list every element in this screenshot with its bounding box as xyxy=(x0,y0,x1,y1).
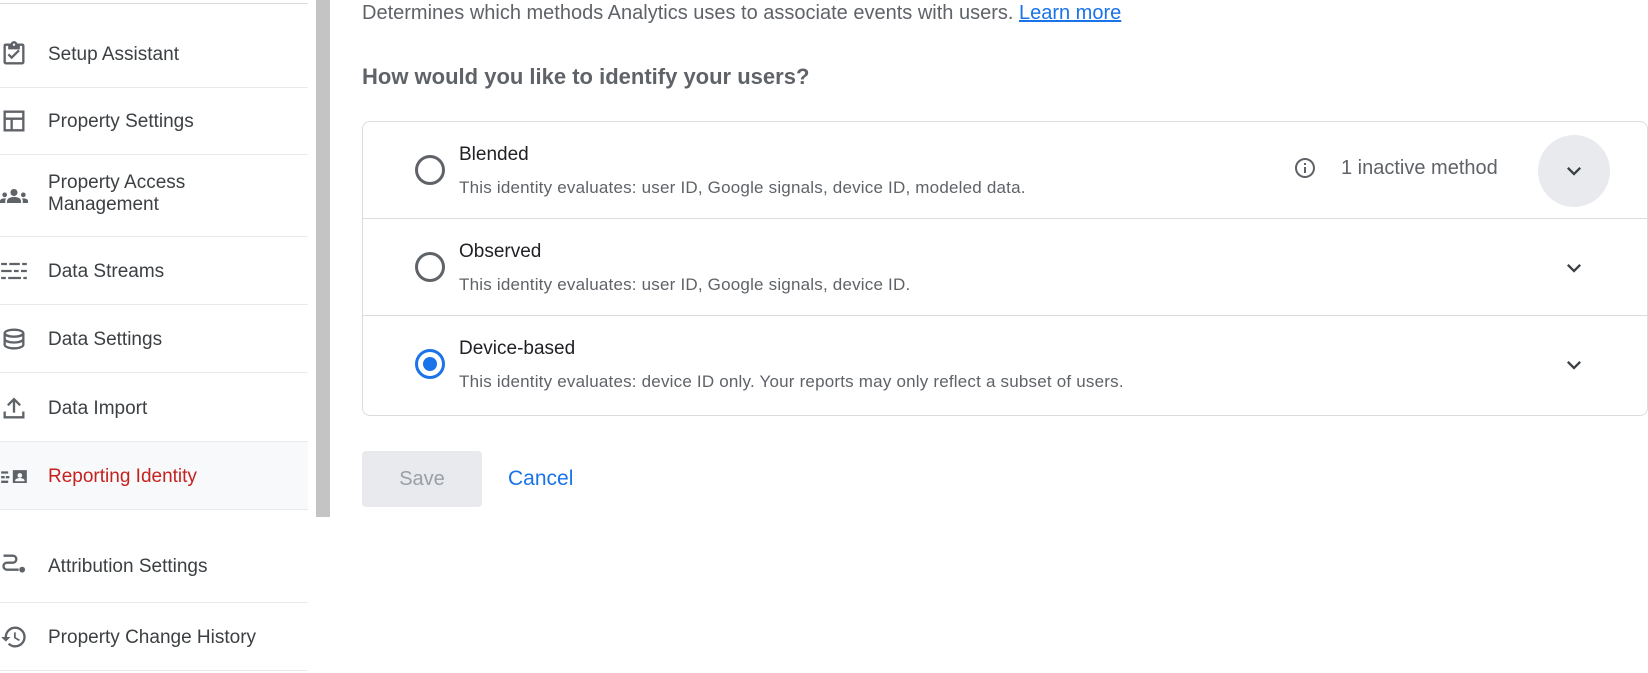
option-subtitle: This identity evaluates: device ID only.… xyxy=(459,372,1124,391)
sidebar-item-label: Property Change History xyxy=(48,627,257,648)
sidebar-item-property-change-history[interactable]: Property Change History xyxy=(0,603,308,671)
sidebar-item-label: Reporting Identity xyxy=(48,466,197,487)
page-description: Determines which methods Analytics uses … xyxy=(362,2,1121,25)
option-subtitle: This identity evaluates: user ID, Google… xyxy=(459,178,1026,197)
option-title: Observed xyxy=(459,241,542,262)
sidebar-item-attribution-settings[interactable]: Attribution Settings xyxy=(0,510,308,603)
chevron-down-icon xyxy=(1567,167,1581,176)
sidebar-item-label: Data Settings xyxy=(48,329,163,350)
sidebar-item-data-settings[interactable]: Data Settings xyxy=(0,305,308,373)
save-button[interactable]: Save xyxy=(362,451,482,507)
divider xyxy=(0,3,308,4)
sidebar-item-data-import[interactable]: Data Import xyxy=(0,373,308,442)
history-icon xyxy=(0,622,30,652)
identity-icon xyxy=(0,461,30,491)
upload-icon xyxy=(0,393,30,423)
cancel-button[interactable]: Cancel xyxy=(500,451,581,507)
option-row-observed[interactable]: Observed This identity evaluates: user I… xyxy=(363,219,1648,316)
checklist-icon xyxy=(0,39,30,69)
section-heading: How would you like to identify your user… xyxy=(362,64,810,89)
expand-device-based-button[interactable] xyxy=(1538,329,1610,401)
radio-device-based[interactable] xyxy=(415,349,445,379)
radio-observed[interactable] xyxy=(415,252,445,282)
sidebar: Setup Assistant Property Settings Proper… xyxy=(0,0,308,673)
main-content: Determines which methods Analytics uses … xyxy=(330,0,1648,673)
sidebar-item-property-access-management[interactable]: Property Access Management xyxy=(0,155,308,237)
sidebar-item-label: Property Settings xyxy=(48,111,194,132)
option-subtitle: This identity evaluates: user ID, Google… xyxy=(459,275,911,294)
option-title: Device-based xyxy=(459,338,576,359)
sidebar-scrollbar[interactable] xyxy=(316,0,330,517)
learn-more-link[interactable]: Learn more xyxy=(1019,2,1121,24)
option-row-device-based[interactable]: Device-based This identity evaluates: de… xyxy=(363,316,1648,413)
option-title: Blended xyxy=(459,144,529,165)
sidebar-item-setup-assistant[interactable]: Setup Assistant xyxy=(0,20,308,88)
route-icon xyxy=(0,550,30,580)
identity-options-card: Blended This identity evaluates: user ID… xyxy=(362,121,1648,416)
expand-blended-button[interactable] xyxy=(1538,135,1610,207)
sidebar-item-label: Data Streams xyxy=(48,261,165,282)
database-icon xyxy=(0,324,30,354)
sidebar-item-label: Data Import xyxy=(48,398,148,419)
sidebar-item-label-line2: Management xyxy=(48,194,159,215)
description-text: Determines which methods Analytics uses … xyxy=(362,2,1014,24)
radio-blended[interactable] xyxy=(415,155,445,185)
sidebar-item-property-settings[interactable]: Property Settings xyxy=(0,88,308,155)
sidebar-item-label: Setup Assistant xyxy=(48,44,179,65)
people-icon xyxy=(0,181,30,211)
inactive-method-note: 1 inactive method xyxy=(1293,156,1498,180)
sidebar-item-label: Attribution Settings xyxy=(48,556,208,577)
option-row-blended[interactable]: Blended This identity evaluates: user ID… xyxy=(363,122,1648,219)
sidebar-item-reporting-identity[interactable]: Reporting Identity xyxy=(0,442,308,510)
expand-observed-button[interactable] xyxy=(1538,232,1610,304)
sidebar-item-label: Property Access xyxy=(48,172,186,193)
sidebar-item-data-streams[interactable]: Data Streams xyxy=(0,237,308,305)
inactive-method-text: 1 inactive method xyxy=(1341,156,1498,179)
info-icon xyxy=(1295,158,1315,178)
chevron-down-icon xyxy=(1567,361,1581,370)
streams-icon xyxy=(0,256,30,286)
layout-icon xyxy=(0,106,30,136)
chevron-down-icon xyxy=(1567,264,1581,273)
